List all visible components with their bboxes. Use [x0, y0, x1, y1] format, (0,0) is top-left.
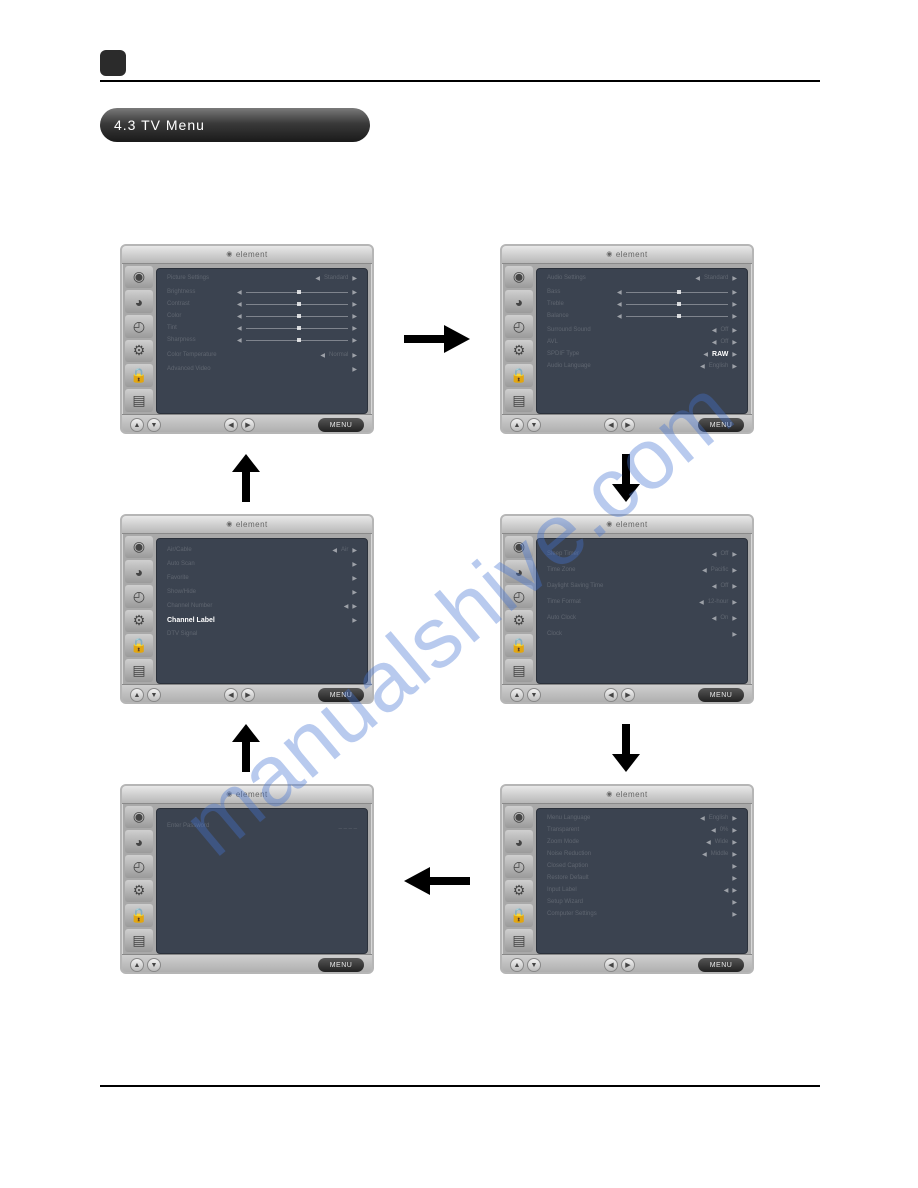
- instructions: Press MENU to display the main menu. Pre…: [100, 164, 820, 216]
- header-title: Advanced Features: [136, 53, 301, 74]
- section-title: 4.3 TV Menu: [100, 108, 370, 142]
- arrow-up-icon: [226, 450, 266, 506]
- time-tab-icon[interactable]: ◴: [125, 315, 153, 338]
- page-number: 28: [100, 1095, 116, 1111]
- setup-tab-icon[interactable]: ⚙: [125, 340, 153, 363]
- header-bullet-icon: [100, 50, 126, 76]
- menu-button[interactable]: MENU: [318, 418, 364, 432]
- nav-up-icon[interactable]: ▲: [130, 418, 144, 432]
- nav-down-icon[interactable]: ▼: [147, 418, 161, 432]
- nav-right-icon[interactable]: ▶: [241, 418, 255, 432]
- screen-audio: element ◉◕◴⚙🔒▤ Audio Settings◀Standard▶ …: [500, 244, 754, 434]
- channel-label-row: Channel Label: [167, 617, 215, 624]
- parental-tab-icon[interactable]: 🔒: [125, 364, 153, 387]
- arrow-up-icon: [226, 720, 266, 776]
- instruction-line-2: Press ▲/▼ to select the item.: [100, 188, 820, 216]
- nav-left-icon[interactable]: ◀: [224, 418, 238, 432]
- screen-setup: element ◉◕◴⚙🔒▤ Menu Language◀English▶ Tr…: [500, 784, 754, 974]
- screen-channel: element ◉◕◴⚙🔒▤ Air/Cable◀Air▶ Auto Scan▶…: [120, 514, 374, 704]
- spdif-value: RAW: [712, 351, 728, 358]
- diagram-canvas: element ◉ ◕ ◴ ⚙ 🔒 ▤ Picture Settings◀Sta…: [100, 234, 820, 994]
- arrow-down-icon: [606, 720, 646, 776]
- instruction-line-1: Press MENU to display the main menu.: [100, 164, 820, 186]
- channel-tab-icon[interactable]: ▤: [125, 389, 153, 412]
- footer-divider: [100, 1085, 820, 1087]
- screen-picture: element ◉ ◕ ◴ ⚙ 🔒 ▤ Picture Settings◀Sta…: [120, 244, 374, 434]
- arrow-right-icon: [400, 319, 474, 359]
- sidebar: ◉ ◕ ◴ ⚙ 🔒 ▤: [122, 264, 156, 414]
- screen-time: element ◉◕◴⚙🔒▤ Sleep Timer◀Off▶ Time Zon…: [500, 514, 754, 704]
- arrow-left-icon: [400, 861, 474, 901]
- screen-parental: element ◉◕◴⚙🔒▤ Enter Password_ _ _ _ ▲▼ …: [120, 784, 374, 974]
- header-divider: [100, 80, 820, 82]
- picture-tab-icon[interactable]: ◉: [125, 266, 153, 289]
- page-content: Advanced Features 4.3 TV Menu Press MENU…: [100, 50, 820, 994]
- arrow-down-icon: [606, 450, 646, 506]
- audio-tab-icon[interactable]: ◕: [125, 290, 153, 313]
- menu-panel: Picture Settings◀Standard▶ Brightness◀▶ …: [156, 268, 368, 414]
- page-header: Advanced Features: [100, 50, 820, 76]
- brand-logo: element: [226, 250, 268, 259]
- up-arrow-icon: ▲: [140, 194, 155, 211]
- down-arrow-icon: ▼: [160, 194, 175, 211]
